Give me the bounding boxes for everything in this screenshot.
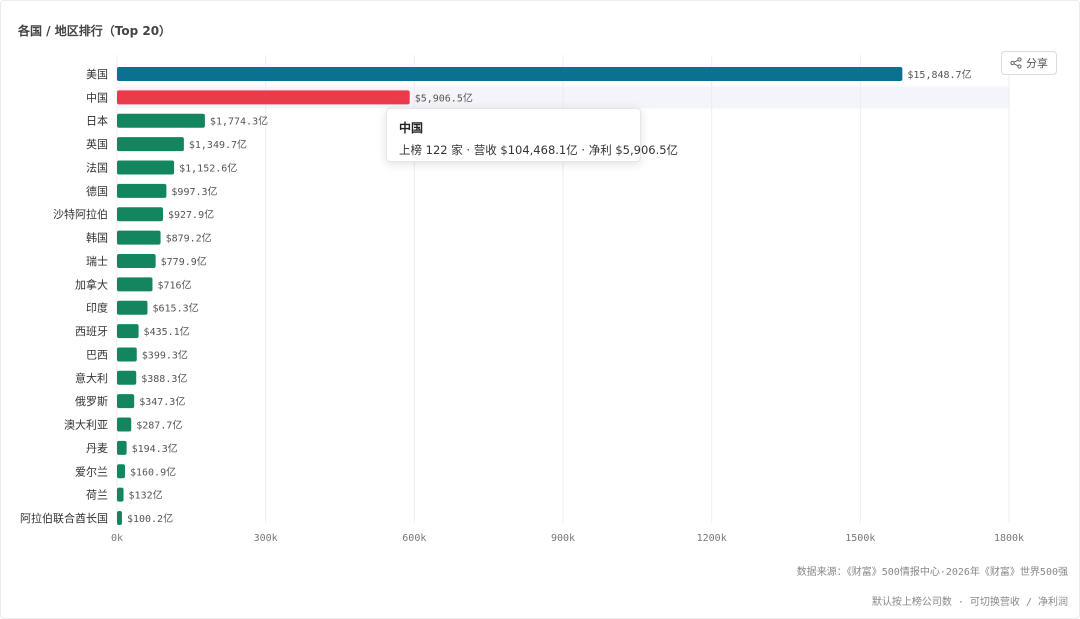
bar[interactable] xyxy=(117,160,175,175)
category-label: 沙特阿拉伯 xyxy=(53,207,108,221)
bar-value-label: $879.2亿 xyxy=(166,232,212,245)
bar-value-label: $100.2亿 xyxy=(127,512,173,525)
bar[interactable] xyxy=(117,67,903,81)
bar[interactable] xyxy=(117,324,139,339)
bar[interactable] xyxy=(117,464,125,479)
x-tick-label: 0k xyxy=(111,533,123,544)
x-tick-label: 900k xyxy=(551,533,575,544)
bar-value-label: $927.9亿 xyxy=(168,208,214,221)
share-button-label: 分享 xyxy=(1026,57,1048,70)
bar-value-label: $5,906.5亿 xyxy=(415,91,473,104)
bar-chart: 0k 300k 600k 900k 1200k 1500k 1800k 美国 $15,848.7… xyxy=(20,55,1024,544)
category-label: 西班牙 xyxy=(75,325,108,338)
bar-value-label: $347.3亿 xyxy=(139,395,185,408)
category-label: 法国 xyxy=(86,160,108,174)
bar-value-label: $615.3亿 xyxy=(152,302,198,315)
bar-value-label: $15,848.7亿 xyxy=(907,68,971,81)
share-button[interactable]: 分享 xyxy=(1001,51,1057,75)
tooltip: 中国 上榜 122 家 · 营收 $104,468.1亿 · 净利 $5,906… xyxy=(386,108,679,162)
bar-value-label: $287.7亿 xyxy=(136,419,182,432)
category-label: 中国 xyxy=(86,91,108,104)
category-label: 阿拉伯联合酋长国 xyxy=(20,511,108,525)
category-label: 德国 xyxy=(86,184,108,198)
bar[interactable] xyxy=(117,253,156,268)
bar[interactable] xyxy=(117,347,137,362)
tooltip-title: 中国 xyxy=(399,121,424,135)
bar-value-label: $399.3亿 xyxy=(142,348,188,361)
category-label: 荷兰 xyxy=(86,489,108,502)
bar[interactable] xyxy=(117,394,135,409)
x-tick-label: 1500k xyxy=(845,533,875,544)
x-tick-label: 1800k xyxy=(994,533,1024,544)
bar[interactable] xyxy=(117,137,184,152)
tooltip-body: 上榜 122 家 · 营收 $104,468.1亿 · 净利 $5,906.5亿 xyxy=(399,143,679,157)
category-label: 丹麦 xyxy=(86,442,108,455)
bar[interactable] xyxy=(117,300,148,315)
x-tick-label: 1200k xyxy=(697,533,727,544)
bar-value-label: $997.3亿 xyxy=(171,185,217,198)
category-label: 爱尔兰 xyxy=(75,465,108,478)
bar-value-label: $716亿 xyxy=(157,278,191,291)
category-label: 韩国 xyxy=(86,231,108,245)
bar[interactable] xyxy=(117,183,167,198)
category-label: 意大利 xyxy=(75,371,108,385)
bar-value-label: $1,774.3亿 xyxy=(210,115,268,128)
bar-value-label: $194.3亿 xyxy=(132,442,178,455)
bar-value-label: $1,349.7亿 xyxy=(189,138,247,151)
bar[interactable] xyxy=(117,230,161,245)
share-icon xyxy=(1010,57,1022,69)
bar[interactable] xyxy=(117,370,137,385)
bar[interactable] xyxy=(117,487,124,502)
bar-value-label: $388.3亿 xyxy=(141,372,187,385)
bar[interactable] xyxy=(117,440,127,455)
bar[interactable] xyxy=(117,113,205,128)
category-label: 瑞士 xyxy=(86,254,108,268)
bar-value-label: $132亿 xyxy=(129,489,163,502)
x-tick-label: 600k xyxy=(402,533,426,544)
bar-value-label: $779.9亿 xyxy=(161,255,207,268)
category-label: 美国 xyxy=(86,68,108,81)
bar-value-label: $160.9亿 xyxy=(130,465,176,478)
data-source-note: 数据来源：《财富》500情报中心·2026年《财富》世界500强 xyxy=(796,567,1068,578)
category-label: 巴西 xyxy=(86,348,108,361)
category-label: 澳大利亚 xyxy=(64,418,108,432)
category-label: 英国 xyxy=(86,137,108,151)
bar-value-label: $435.1亿 xyxy=(144,325,190,338)
bar[interactable] xyxy=(117,207,163,222)
bar-value-label: $1,152.6亿 xyxy=(179,161,237,174)
x-tick-label: 300k xyxy=(254,533,278,544)
category-label: 印度 xyxy=(86,301,108,315)
bar[interactable] xyxy=(117,417,132,432)
bar[interactable] xyxy=(117,90,410,105)
category-label: 日本 xyxy=(86,114,108,128)
bar[interactable] xyxy=(117,277,153,292)
category-label: 俄罗斯 xyxy=(75,395,108,408)
category-label: 加拿大 xyxy=(75,277,108,291)
sort-hint: 默认按上榜公司数 · 可切换营收 / 净利润 xyxy=(871,597,1068,608)
bar[interactable] xyxy=(117,511,122,526)
